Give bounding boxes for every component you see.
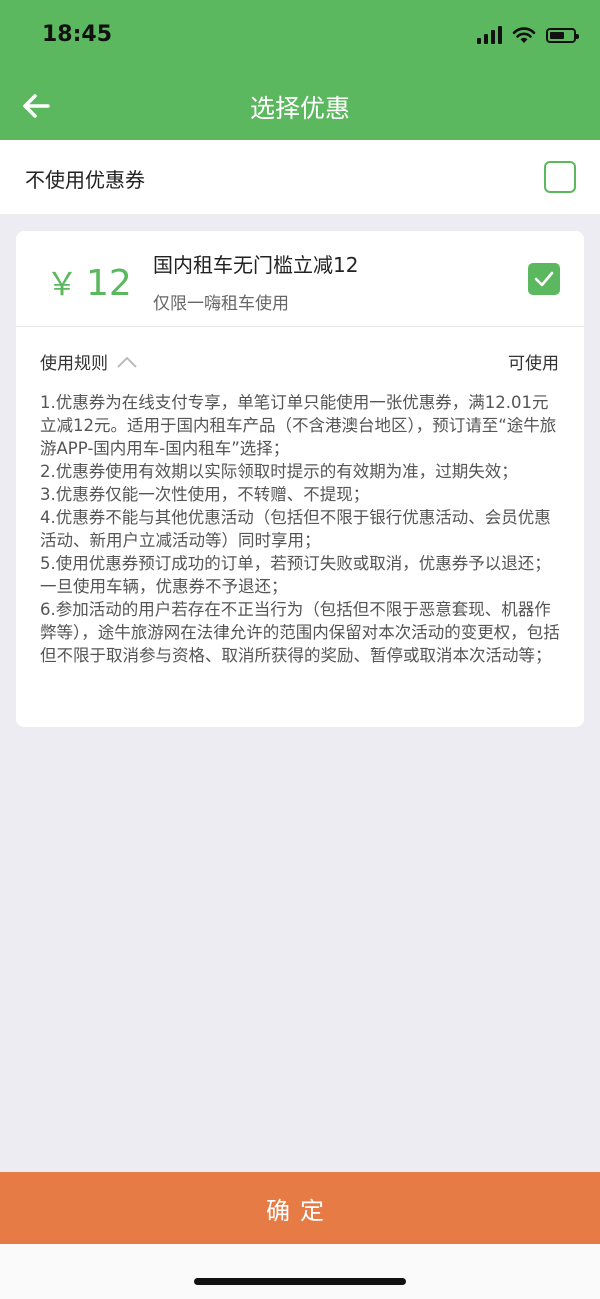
coupon-subtitle: 仅限一嗨租车使用 (153, 294, 289, 314)
currency-symbol: ￥ (46, 265, 79, 303)
coupon-amount: ￥ 12 (46, 259, 132, 305)
page-title: 选择优惠 (249, 94, 350, 123)
no-coupon-row[interactable]: 不使用优惠券 (0, 140, 600, 214)
home-indicator[interactable] (194, 1278, 406, 1285)
signal-icon (477, 26, 502, 44)
status-time: 18:45 (42, 22, 113, 47)
header: 18:45 选择优惠 (0, 0, 600, 140)
status-icons (477, 26, 579, 44)
coupon-title: 国内租车无门槛立减12 (153, 253, 359, 277)
rules-label: 使用规则 (40, 354, 108, 374)
battery-icon (546, 27, 579, 43)
coupon-card[interactable]: ￥ 12 国内租车无门槛立减12 仅限一嗨租车使用 使用规则 可使用 1.优惠券为… (16, 231, 584, 727)
rules-text: 1.优惠券为在线支付专享，单笔订单只能使用一张优惠券，满12.01元立减12元。… (40, 391, 560, 667)
rule-item: 6.参加活动的用户若存在不正当行为（包括但不限于恶意套现、机器作弊等），途牛旅游… (40, 600, 560, 665)
rule-item: 3.优惠券仅能一次性使用，不转赠、不提现； (40, 485, 370, 504)
wifi-icon (512, 27, 536, 43)
coupon-amount-value: 12 (86, 263, 132, 304)
confirm-button[interactable]: 确定 (0, 1172, 600, 1244)
home-area (0, 1244, 600, 1299)
divider (16, 326, 584, 327)
checkmark-icon (534, 271, 554, 287)
rule-item: 1.优惠券为在线支付专享，单笔订单只能使用一张优惠券，满12.01元立减12元。… (40, 393, 557, 458)
coupon-status: 可使用 (508, 354, 559, 374)
chevron-up-icon (117, 356, 137, 368)
rules-toggle[interactable]: 使用规则 (40, 349, 138, 374)
no-coupon-checkbox[interactable] (544, 161, 576, 193)
rule-item: 2.优惠券使用有效期以实际领取时提示的有效期为准，过期失效； (40, 462, 518, 481)
rule-item: 5.使用优惠券预订成功的订单，若预订失败或取消，优惠券予以退还；一旦使用车辆，优… (40, 554, 551, 596)
no-coupon-label: 不使用优惠券 (25, 168, 145, 192)
coupon-checkbox[interactable] (528, 263, 560, 295)
rule-item: 4.优惠券不能与其他优惠活动（包括但不限于银行优惠活动、会员优惠活动、新用户立减… (40, 508, 551, 550)
